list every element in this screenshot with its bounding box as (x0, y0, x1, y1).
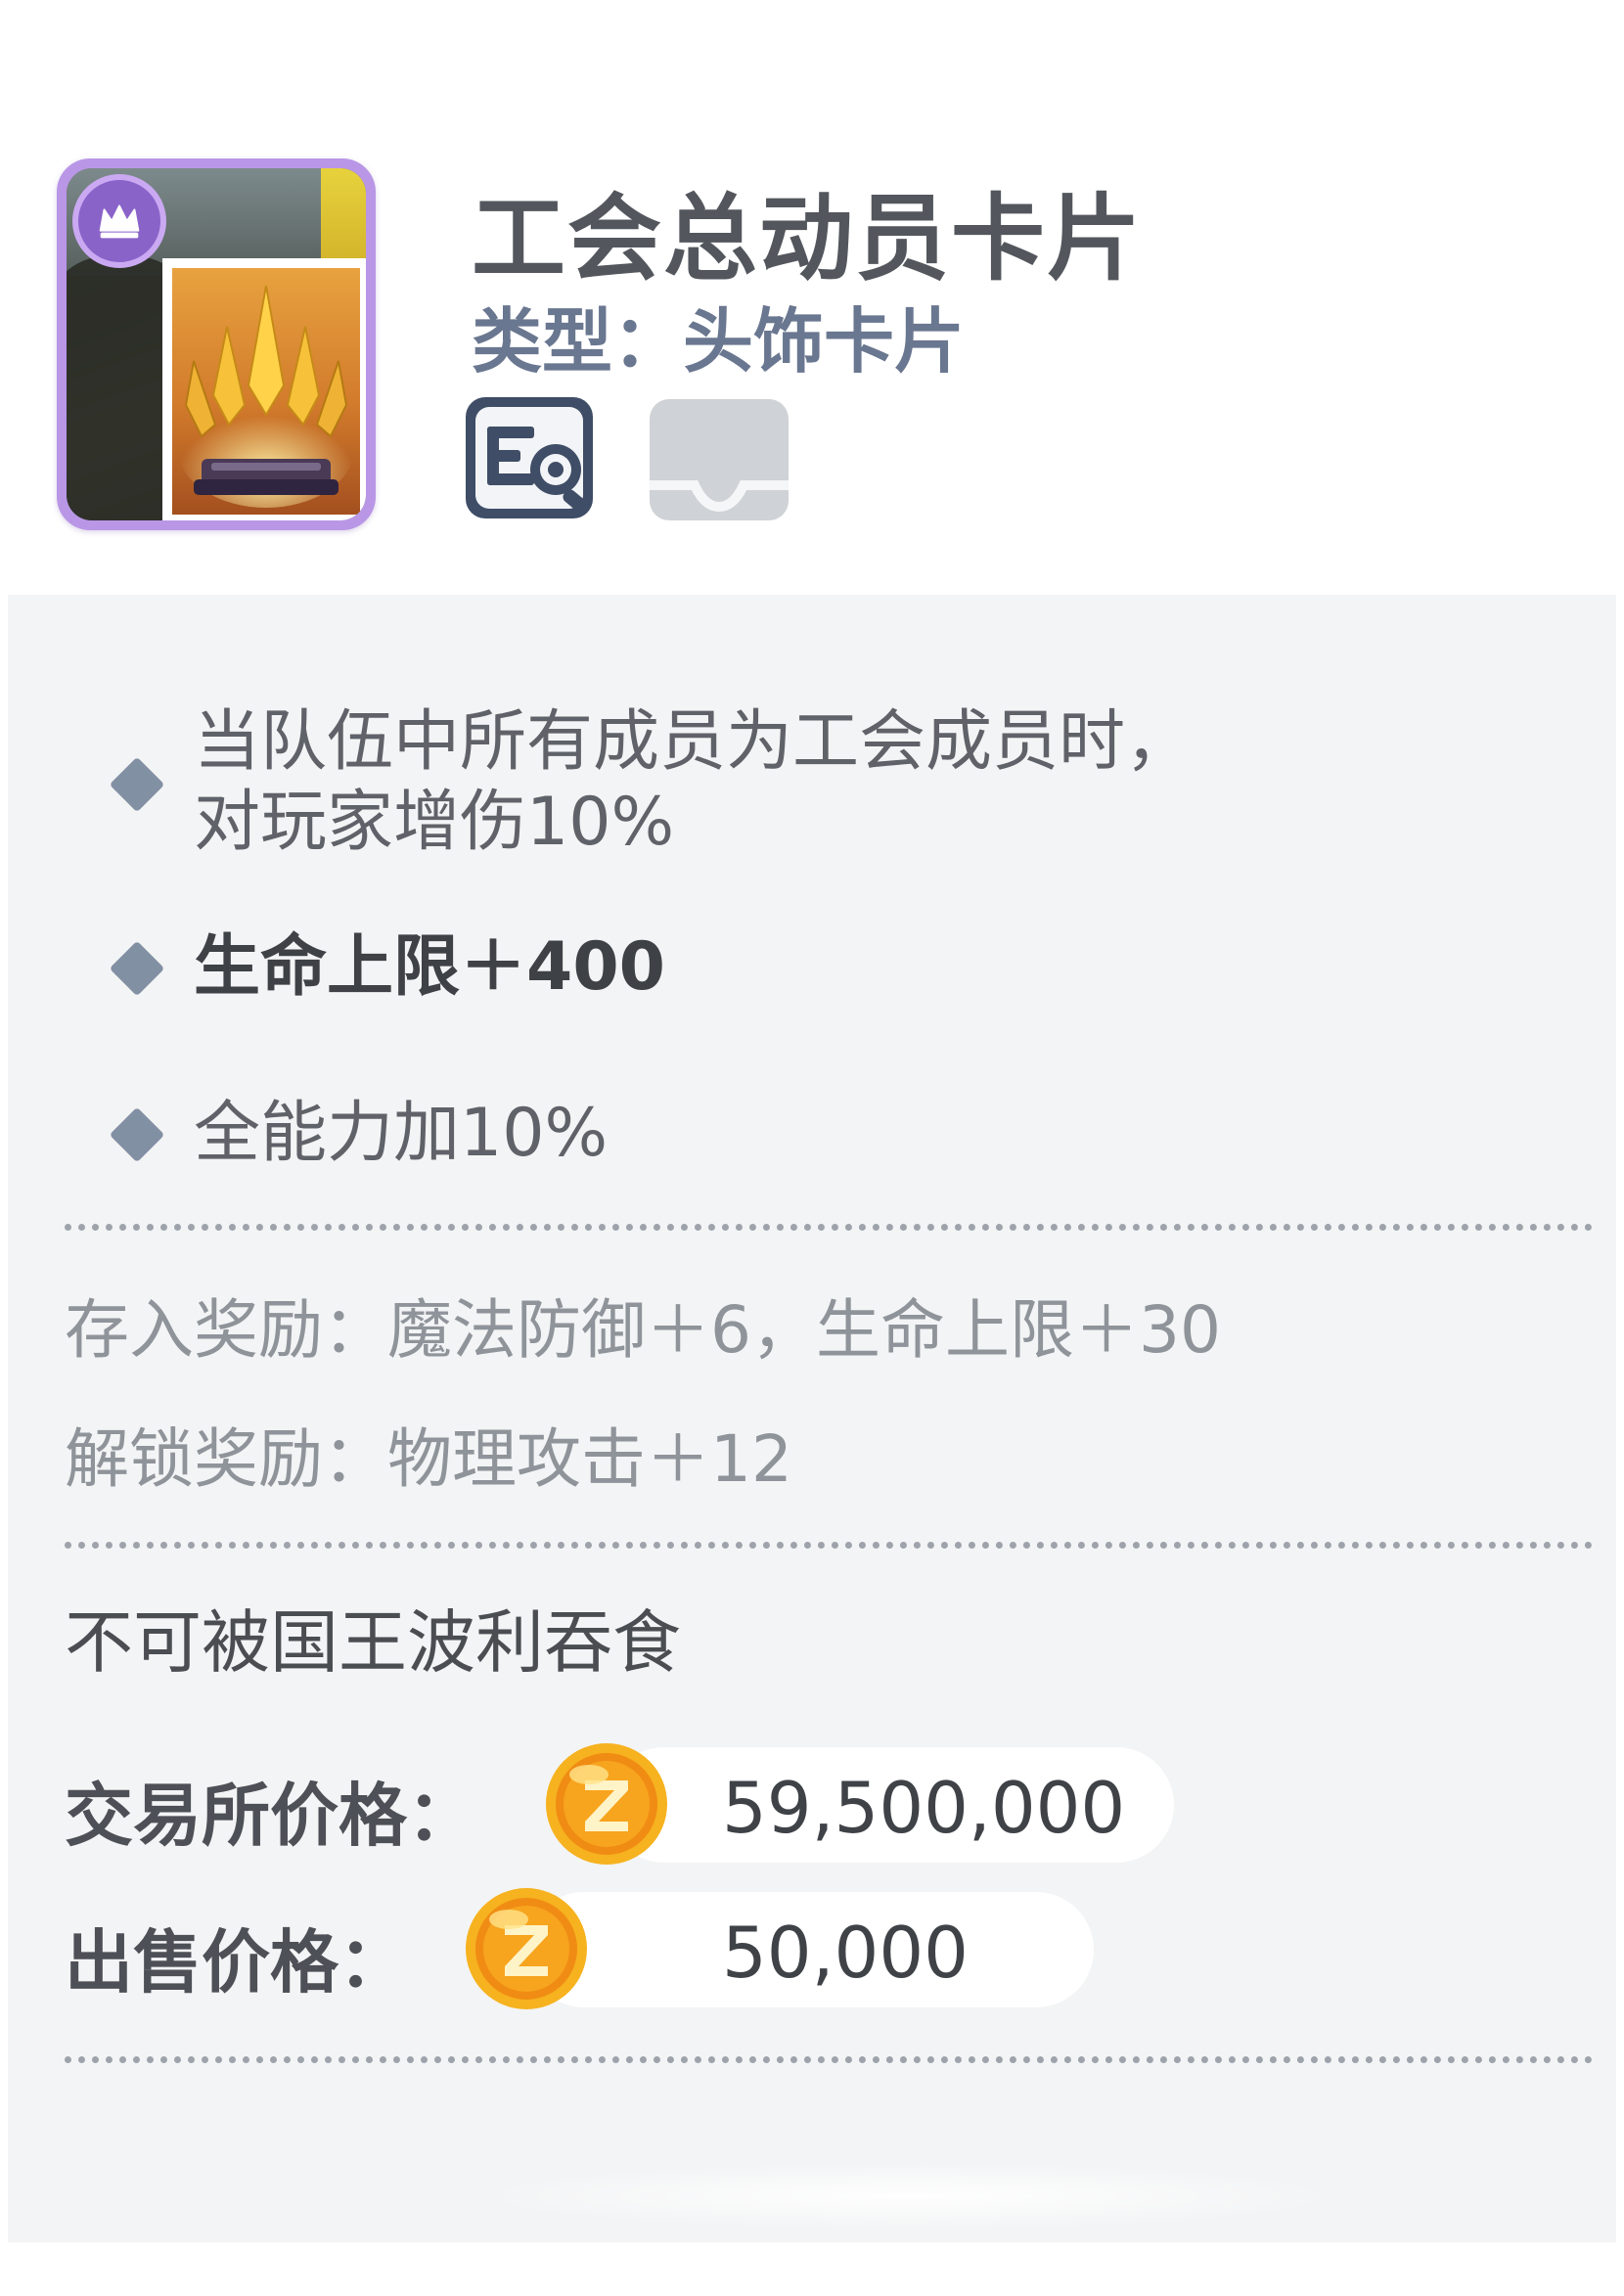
attribute-item: 生命上限＋400 (8, 830, 1616, 1006)
diamond-bullet-icon (109, 756, 165, 813)
divider (65, 1542, 1593, 1549)
sell-price-label: 出售价格： (65, 1922, 407, 2003)
devour-note: 不可被国王波利吞食 (65, 1602, 681, 1683)
crystal-crown-image (162, 258, 366, 520)
diamond-bullet-icon (109, 1106, 165, 1163)
unlock-reward: 解锁奖励：物理攻击＋12 (65, 1421, 792, 1497)
card-thumbnail[interactable] (57, 158, 376, 530)
storage-tray-icon[interactable] (646, 391, 792, 528)
detail-view-icon[interactable] (460, 391, 607, 528)
bottom-fade (470, 2162, 1350, 2230)
item-detail-panel: 当队伍中所有成员为工会成员时， 对玩家增伤10% 生命上限＋400 全能力加10… (8, 595, 1616, 2242)
deposit-reward: 存入奖励：魔法防御＋6，生命上限＋30 (65, 1292, 1221, 1368)
divider (65, 1224, 1593, 1231)
divider (65, 2056, 1593, 2063)
attribute-line: 当队伍中所有成员为工会成员时， (194, 703, 1193, 781)
item-title: 工会总动员卡片 (472, 184, 1143, 293)
headwear-type-icon (72, 174, 166, 268)
attribute-line: 全能力加10% (194, 1095, 609, 1172)
sell-price-value: 50,000 (722, 1912, 969, 1994)
gold-coin-icon (542, 1739, 671, 1868)
attribute-item: 全能力加10% (8, 996, 1616, 1172)
exchange-price-label: 交易所价格： (65, 1776, 475, 1856)
exchange-price-value: 59,500,000 (722, 1767, 1126, 1849)
diamond-bullet-icon (109, 940, 165, 997)
item-header: 工会总动员卡片 类型：头饰卡片 (0, 0, 1624, 592)
attribute-item: 当队伍中所有成员为工会成员时， 对玩家增伤10% (8, 655, 1616, 861)
item-type: 类型：头饰卡片 (472, 300, 966, 383)
card-artwork (67, 168, 366, 520)
gold-coin-icon (462, 1884, 591, 2013)
